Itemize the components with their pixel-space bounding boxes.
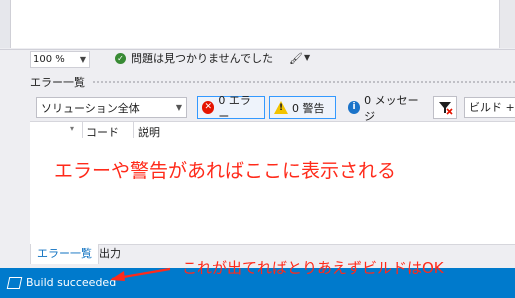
- messages-filter-button[interactable]: i 0 メッセージ: [343, 94, 430, 123]
- error-icon: ✕: [202, 101, 215, 114]
- editor-scrollbar[interactable]: [499, 0, 515, 48]
- annotation-errors: エラーや警告があればここに表示される: [54, 160, 397, 182]
- column-divider[interactable]: [82, 122, 83, 138]
- arrow-icon: [110, 267, 171, 281]
- output-window-icon[interactable]: [6, 277, 23, 289]
- build-scope-value: ビルド + I: [469, 101, 515, 114]
- scope-dropdown[interactable]: ソリューション全体 ▼: [36, 97, 187, 118]
- check-circle-icon: ✓: [115, 53, 126, 64]
- warning-icon: !: [274, 101, 288, 114]
- build-status: Build succeeded: [26, 276, 117, 289]
- panel-title: エラー一覧: [30, 76, 85, 89]
- sort-indicator-icon: ▾: [70, 124, 75, 133]
- errors-filter-button[interactable]: ✕ 0 エラー: [197, 94, 265, 123]
- clear-filter-button[interactable]: [433, 96, 457, 119]
- column-header-description[interactable]: 説明: [138, 124, 160, 140]
- error-list-body: [30, 140, 515, 244]
- filter-icon: [439, 102, 453, 115]
- warnings-filter-button[interactable]: ! 0 警告: [269, 96, 336, 119]
- zoom-dropdown[interactable]: 100 % ▼: [30, 51, 90, 68]
- panel-drag-handle[interactable]: [92, 80, 515, 84]
- warnings-label: 0 警告: [292, 101, 325, 115]
- info-icon: i: [348, 101, 361, 114]
- column-divider[interactable]: [133, 122, 134, 138]
- messages-label: 0 メッセージ: [364, 93, 419, 123]
- chevron-down-icon[interactable]: ▼: [304, 53, 310, 62]
- zoom-value: 100 %: [33, 54, 65, 65]
- editor-gutter: [0, 0, 10, 48]
- annotation-build: これが出てればとりあえずビルドはOK: [182, 259, 444, 277]
- chevron-down-icon: ▼: [79, 55, 86, 64]
- errors-label: 0 エラー: [218, 93, 251, 123]
- chevron-down-icon: ▼: [175, 103, 182, 112]
- code-cleanup-icon[interactable]: 🖌: [289, 51, 303, 66]
- code-editor[interactable]: [10, 0, 515, 48]
- scope-value: ソリューション全体: [41, 101, 140, 115]
- tab-error-list[interactable]: エラー一覧: [30, 244, 99, 264]
- left-dock-strip: [0, 68, 30, 264]
- build-scope-dropdown[interactable]: ビルド + I: [464, 97, 515, 118]
- tab-output[interactable]: 出力: [95, 244, 125, 264]
- column-header-code[interactable]: コード: [86, 124, 119, 140]
- issues-status[interactable]: 問題は見つかりませんでした: [131, 51, 273, 66]
